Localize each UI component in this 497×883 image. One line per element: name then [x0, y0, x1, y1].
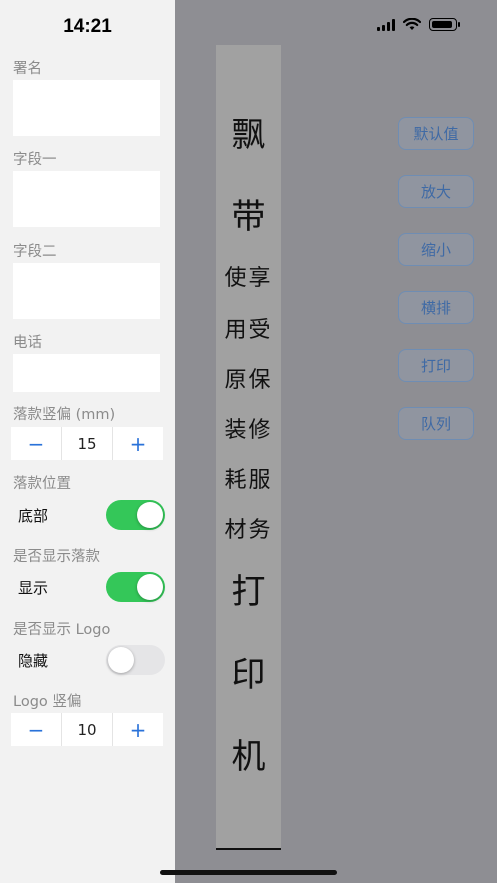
queue-button[interactable]: 队列 [398, 407, 474, 440]
default-button[interactable]: 默认值 [398, 117, 474, 150]
position-label: 落款位置 [13, 476, 71, 492]
position-value: 底部 [18, 506, 49, 525]
logo-offset-decrement-button[interactable]: − [11, 713, 61, 746]
show-sign-label: 是否显示落款 [13, 549, 100, 565]
offset-value[interactable]: 15 [61, 427, 113, 460]
preview-pair: 原保 [224, 368, 273, 393]
preview-char: 打 [231, 572, 266, 612]
preview-pair: 装修 [224, 418, 273, 443]
show-logo-label: 是否显示 Logo [13, 622, 111, 638]
offset-increment-button[interactable]: + [113, 427, 163, 460]
status-time: 14:21 [63, 16, 112, 37]
position-row: 底部 [18, 500, 165, 530]
wifi-icon [403, 18, 421, 30]
show-sign-row: 显示 [18, 572, 165, 602]
show-sign-value: 显示 [18, 578, 49, 597]
logo-offset-value[interactable]: 10 [61, 713, 113, 746]
preview-pair: 耗服 [224, 468, 273, 493]
preview-pair: 材务 [224, 518, 273, 543]
logo-offset-label: Logo 竖偏 [13, 694, 82, 710]
preview-char: 带 [231, 197, 266, 237]
home-indicator[interactable] [160, 870, 337, 875]
field1-label: 字段一 [13, 152, 57, 168]
print-preview-strip [216, 45, 281, 848]
preview-pair: 用受 [224, 318, 273, 343]
logo-offset-increment-button[interactable]: + [113, 713, 163, 746]
phone-input[interactable] [13, 354, 160, 392]
field1-input[interactable] [13, 171, 160, 227]
offset-label: 落款竖偏 (mm) [13, 407, 116, 423]
battery-icon [429, 18, 460, 31]
status-icons [377, 18, 460, 31]
show-sign-toggle[interactable] [106, 572, 165, 602]
show-logo-value: 隐藏 [18, 651, 49, 670]
offset-decrement-button[interactable]: − [11, 427, 61, 460]
signal-icon [377, 18, 395, 31]
signature-label: 署名 [13, 61, 42, 77]
print-button[interactable]: 打印 [398, 349, 474, 382]
offset-stepper: − 15 + [11, 427, 163, 460]
preview-pair: 使享 [224, 266, 273, 291]
show-logo-toggle[interactable] [106, 645, 165, 675]
strip-baseline [216, 848, 281, 850]
logo-offset-stepper: − 10 + [11, 713, 163, 746]
signature-input[interactable] [13, 80, 160, 136]
zoom-out-button[interactable]: 缩小 [398, 233, 474, 266]
phone-label: 电话 [13, 335, 42, 351]
preview-char: 机 [231, 737, 266, 777]
zoom-in-button[interactable]: 放大 [398, 175, 474, 208]
preview-char: 飘 [231, 115, 266, 155]
horizontal-layout-button[interactable]: 横排 [398, 291, 474, 324]
show-logo-row: 隐藏 [18, 645, 165, 675]
field2-input[interactable] [13, 263, 160, 319]
position-toggle[interactable] [106, 500, 165, 530]
preview-char: 印 [231, 655, 266, 695]
field2-label: 字段二 [13, 244, 57, 260]
